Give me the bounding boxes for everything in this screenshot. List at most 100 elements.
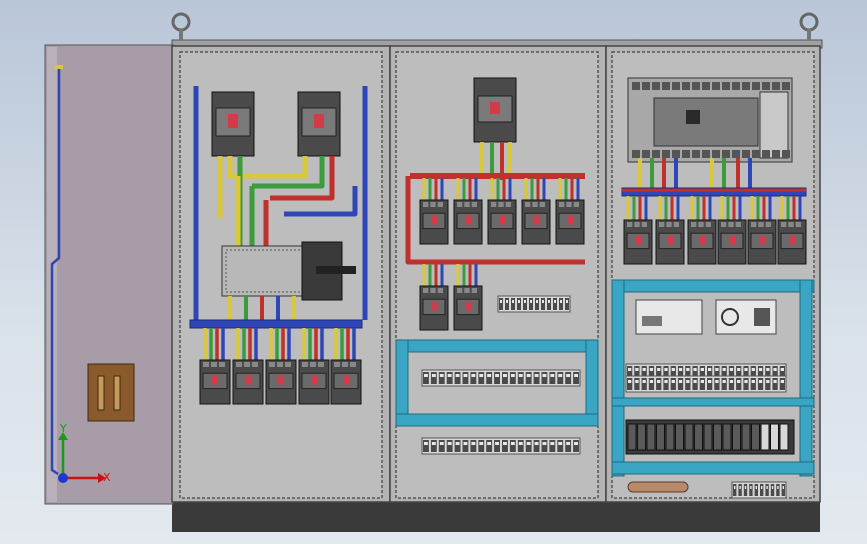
terminal-block <box>707 378 713 390</box>
terminal-screw <box>554 300 556 303</box>
terminal-block <box>776 484 780 496</box>
terminal-screw <box>524 300 526 303</box>
relay <box>713 423 722 451</box>
terminal-block <box>462 440 469 452</box>
terminal-screw <box>780 380 784 383</box>
terminal-screw <box>439 374 444 377</box>
terminal-screw <box>700 368 704 371</box>
terminal-screw <box>700 380 704 383</box>
breaker-terminal <box>464 288 470 293</box>
terminal-block <box>565 440 572 452</box>
circuit-breaker <box>487 199 517 245</box>
breaker-terminal <box>539 202 545 207</box>
cable-trunking-horizontal <box>611 279 815 293</box>
terminal-block <box>765 378 771 390</box>
terminal-block <box>553 298 557 310</box>
terminal-block <box>634 378 640 390</box>
plc-terminal <box>772 82 780 90</box>
breaker-terminal <box>236 362 242 367</box>
breaker-terminal <box>751 222 757 227</box>
terminal-block <box>535 298 539 310</box>
terminal-screw <box>729 368 734 371</box>
terminal-block <box>478 440 485 452</box>
plc-terminal <box>662 150 670 158</box>
terminal-screw <box>558 442 563 445</box>
terminal-screw <box>503 442 507 445</box>
breaker-toggle <box>228 114 238 128</box>
terminal-block <box>502 440 508 452</box>
terminal-screw <box>635 380 639 383</box>
breaker-toggle <box>431 215 437 225</box>
terminal-screw <box>708 380 712 383</box>
terminal-block <box>721 378 727 390</box>
terminal-rail <box>421 437 581 455</box>
breaker-terminal <box>525 202 531 207</box>
terminal-block <box>757 378 764 390</box>
breaker-terminal <box>318 362 324 367</box>
breaker-toggle <box>212 375 218 385</box>
plc-terminal <box>722 82 730 90</box>
plc-terminal <box>672 82 680 90</box>
breaker-toggle <box>729 235 735 245</box>
relay <box>665 423 675 451</box>
terminal-block <box>770 484 775 496</box>
circuit-breaker <box>623 219 653 265</box>
door-handle-icon <box>87 363 135 422</box>
plc-terminal <box>702 150 710 158</box>
terminal-screw <box>657 380 661 383</box>
terminal-block <box>641 378 647 390</box>
relay <box>694 423 703 451</box>
terminal-screw <box>744 486 747 489</box>
right-section-components <box>611 77 815 499</box>
terminal-screw <box>526 374 531 377</box>
terminal-block <box>743 484 748 496</box>
terminal-screw <box>722 368 726 371</box>
terminal-block <box>549 440 556 452</box>
terminal-screw <box>657 368 661 371</box>
y-axis-label: Y <box>59 422 67 435</box>
breaker-toggle <box>278 375 284 385</box>
terminal-block <box>533 372 540 384</box>
plc-terminal <box>712 82 720 90</box>
plc-terminal <box>712 150 720 158</box>
terminal-screw <box>686 380 690 383</box>
isolator-switch <box>221 241 356 301</box>
terminal-block <box>486 440 493 452</box>
terminal-screw <box>550 442 555 445</box>
plc-terminal <box>642 150 650 158</box>
breaker-toggle <box>789 235 795 245</box>
plc-terminal <box>722 150 730 158</box>
terminal-screw <box>739 486 741 489</box>
terminal-screw <box>722 380 726 383</box>
terminal-screw <box>715 380 719 383</box>
breaker-terminal <box>728 222 734 227</box>
terminal-block <box>430 440 437 452</box>
terminal-block <box>750 378 756 390</box>
breaker-terminal <box>566 202 572 207</box>
circuit-breaker <box>298 359 330 405</box>
terminal-block <box>470 440 477 452</box>
lifting-eye-icon <box>799 12 819 40</box>
breaker-terminal <box>471 288 477 293</box>
relay-row <box>625 419 795 455</box>
breaker-toggle <box>465 301 471 311</box>
breaker-terminal <box>430 202 436 207</box>
terminal-screw <box>708 368 712 371</box>
terminal-screw <box>671 368 675 371</box>
terminal-block <box>505 298 509 310</box>
breaker-terminal <box>269 362 275 367</box>
breaker-terminal <box>464 202 470 207</box>
breaker-terminal <box>471 202 477 207</box>
terminal-screw <box>574 374 578 377</box>
relay-terminal <box>754 308 770 326</box>
plc-terminal <box>782 82 790 90</box>
terminal-block <box>559 298 563 310</box>
terminal-screw <box>424 374 428 377</box>
terminal-block <box>738 484 742 496</box>
x-axis-label: X <box>103 471 111 484</box>
plc-terminal <box>692 82 700 90</box>
cable-trunking-vertical <box>611 279 625 477</box>
breaker-toggle <box>699 235 705 245</box>
terminal-screw <box>628 368 632 371</box>
breaker-terminal <box>691 222 697 227</box>
